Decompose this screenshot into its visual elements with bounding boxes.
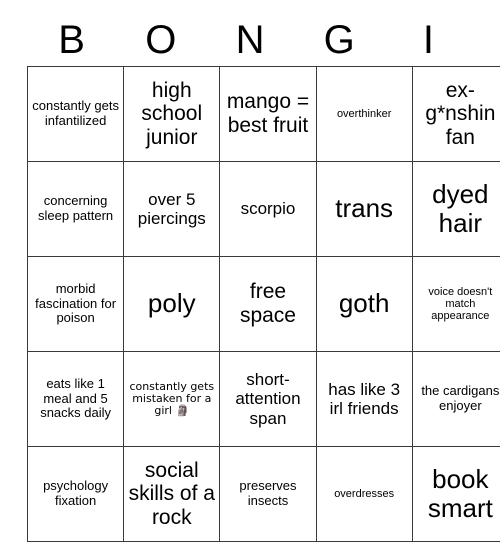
header-letter-g: G	[323, 18, 355, 62]
bingo-cell[interactable]: mango = best fruit	[219, 66, 317, 162]
bingo-cell-label: preserves insects	[239, 478, 297, 508]
bingo-cell[interactable]: the cardigans enjoyer	[411, 351, 500, 447]
bingo-cell-label: short-attention span	[235, 370, 301, 428]
bingo-cell-label: eats like 1 meal and 5 snacks daily	[40, 376, 111, 421]
bingo-grid: constantly gets infantilized high school…	[26, 66, 500, 542]
bingo-cell-label: over 5 piercings	[137, 189, 206, 228]
bingo-cell-label: high school junior	[141, 78, 203, 149]
bingo-cell-label: goth	[338, 288, 390, 319]
bingo-cell-label: overdresses	[334, 487, 395, 500]
bingo-row: morbid fascination for poison poly free …	[26, 256, 500, 352]
bingo-cell[interactable]: short-attention span	[219, 351, 317, 447]
bingo-cell-label: concerning sleep pattern	[38, 193, 114, 223]
bingo-cell-free-space[interactable]: free space	[219, 256, 317, 352]
bingo-card: B O N G I constantly gets infantilized h…	[26, 14, 500, 542]
bingo-cell-label: book smart	[427, 463, 493, 523]
bingo-cell-label: morbid fascination for poison	[35, 281, 117, 326]
bingo-cell[interactable]: psychology fixation	[26, 446, 125, 542]
bingo-cell[interactable]: constantly gets mistaken for a girl 🗿	[123, 351, 221, 447]
bingo-row: constantly gets infantilized high school…	[26, 66, 500, 162]
bingo-cell-label: overthinker	[336, 107, 392, 120]
bingo-cell[interactable]: social skills of a rock	[123, 446, 221, 542]
bingo-cell-label: trans	[335, 193, 394, 224]
bingo-cell[interactable]: trans	[315, 161, 413, 257]
bingo-cell-label: constantly gets mistaken for a girl 🗿	[129, 379, 215, 418]
bingo-row: concerning sleep pattern over 5 piercing…	[26, 161, 500, 257]
bingo-cell[interactable]: overthinker	[315, 66, 413, 162]
bingo-cell[interactable]: voice doesn't match appearance	[411, 256, 500, 352]
bingo-header-row: B O N G I	[27, 14, 473, 66]
bingo-cell-label: voice doesn't match appearance	[428, 285, 493, 323]
header-letter-n: N	[235, 18, 265, 62]
header-letter-i: I	[422, 18, 434, 62]
bingo-cell-label: dyed hair	[432, 178, 489, 238]
header-letter-o: O	[145, 18, 177, 62]
bingo-cell[interactable]: concerning sleep pattern	[26, 161, 125, 257]
bingo-cell[interactable]: book smart	[411, 446, 500, 542]
bingo-cell[interactable]: scorpio	[219, 161, 317, 257]
bingo-cell-label: the cardigans enjoyer	[421, 383, 500, 413]
bingo-cell[interactable]: goth	[315, 256, 413, 352]
bingo-cell[interactable]: poly	[123, 256, 221, 352]
bingo-cell-label: free space	[239, 280, 296, 327]
bingo-cell[interactable]: eats like 1 meal and 5 snacks daily	[26, 351, 125, 447]
bingo-cell[interactable]: high school junior	[123, 66, 221, 162]
bingo-row: eats like 1 meal and 5 snacks daily cons…	[26, 351, 500, 447]
bingo-cell[interactable]: ex-g*nshin fan	[411, 66, 500, 162]
bingo-cell[interactable]: preserves insects	[219, 446, 317, 542]
bingo-cell[interactable]: over 5 piercings	[123, 161, 221, 257]
bingo-row: psychology fixation social skills of a r…	[26, 446, 500, 542]
bingo-cell-label: has like 3 irl friends	[328, 379, 401, 418]
bingo-cell[interactable]: morbid fascination for poison	[26, 256, 125, 352]
bingo-cell-label: social skills of a rock	[128, 458, 215, 529]
bingo-cell[interactable]: dyed hair	[411, 161, 500, 257]
bingo-cell[interactable]: constantly gets infantilized	[26, 66, 125, 162]
bingo-cell-label: psychology fixation	[43, 478, 109, 508]
bingo-cell-label: constantly gets infantilized	[32, 98, 119, 128]
bingo-cell-label: scorpio	[240, 199, 296, 219]
header-letter-b: B	[58, 18, 85, 62]
bingo-cell-label: mango = best fruit	[226, 90, 310, 137]
bingo-cell[interactable]: overdresses	[315, 446, 413, 542]
bingo-cell[interactable]: has like 3 irl friends	[315, 351, 413, 447]
bingo-cell-label: ex-g*nshin fan	[425, 78, 496, 149]
bingo-cell-label: poly	[147, 288, 196, 319]
